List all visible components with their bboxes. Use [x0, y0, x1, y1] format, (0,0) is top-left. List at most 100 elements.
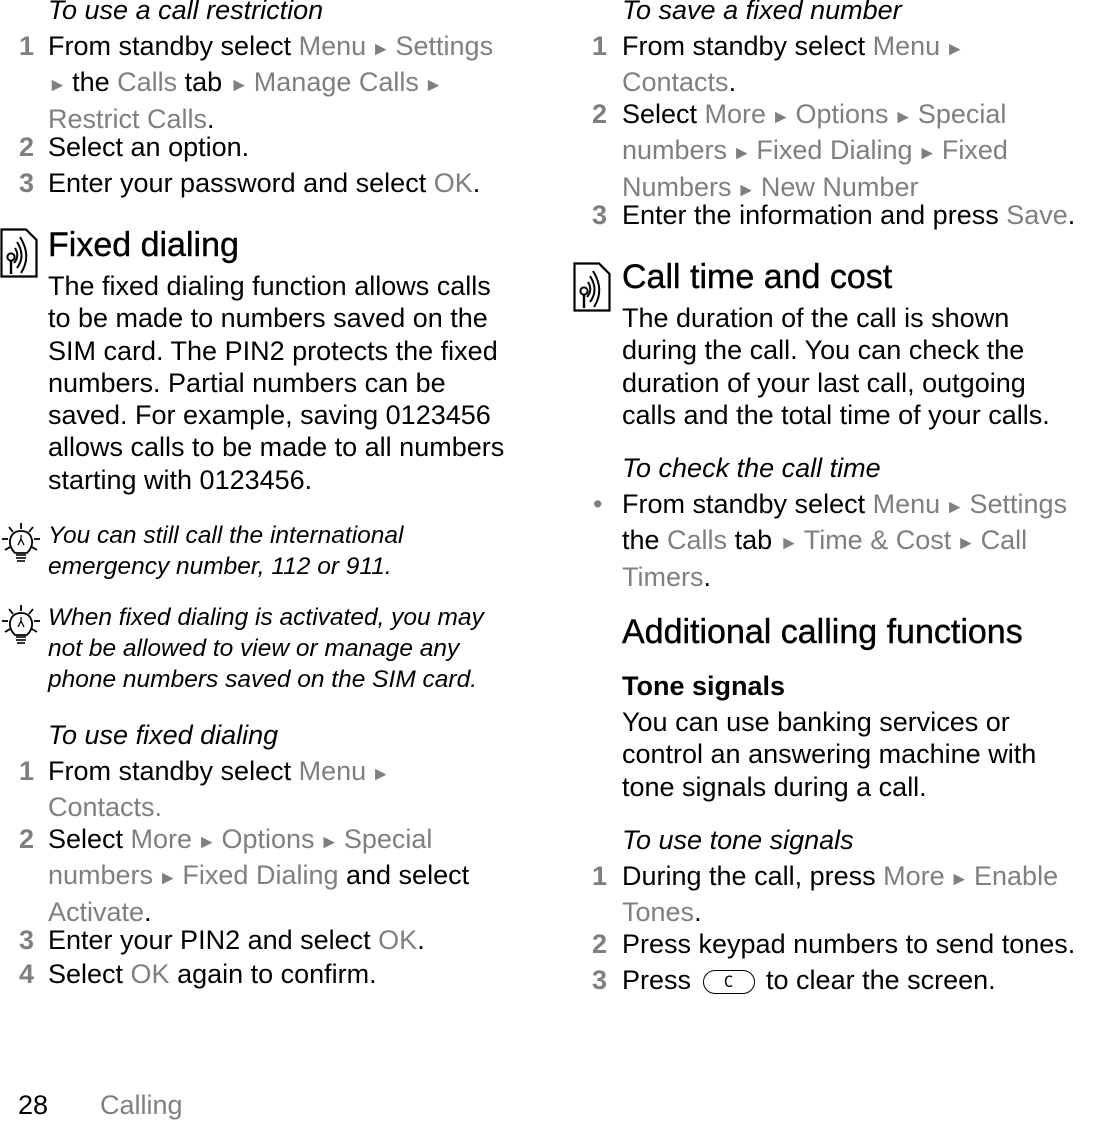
text-run: From standby select	[622, 489, 873, 519]
menu-item-label: More	[704, 99, 767, 129]
step-text: During the call, press More ► Enable Tone…	[622, 860, 1105, 929]
procedure-title-check-call-time: To check the call time	[622, 453, 881, 483]
text-run: and select	[338, 860, 470, 891]
step-number: 4	[19, 959, 35, 989]
menu-arrow-icon: ►	[940, 497, 970, 518]
menu-item-label: More	[130, 824, 193, 854]
menu-item-label: Fixed Dialing	[182, 860, 339, 891]
menu-item-label: Tones	[622, 897, 695, 928]
menu-item-label: Calls	[117, 67, 178, 98]
menu-item-label: Contacts.	[48, 792, 163, 823]
subheading-tone-signals: Tone signals	[622, 671, 786, 701]
menu-arrow-icon: ►	[912, 143, 942, 165]
text-line: duration of your last call, outgoing	[622, 367, 1026, 398]
step-text: Select an option.	[48, 131, 560, 163]
text-line: phone numbers saved on the SIM card.	[48, 666, 478, 693]
step-number: 3	[19, 168, 35, 198]
step-number: 1	[19, 31, 35, 61]
text-line: numbers. Partial numbers can be	[48, 367, 446, 398]
menu-item-label: Menu	[298, 31, 367, 61]
text-run: .	[728, 67, 737, 98]
menu-item-label: New Number	[760, 171, 919, 202]
step-text: From standby select Menu ► Settings ► the…	[48, 30, 560, 135]
text-run: .	[417, 925, 425, 955]
menu-item-label: Fixed Dialing	[756, 135, 913, 166]
menu-arrow-icon: ►	[418, 75, 443, 97]
text-line: You can still call the international	[48, 522, 404, 549]
step-number: 3	[592, 200, 608, 230]
heading-additional-calling-functions: Additional calling functions	[622, 613, 1023, 651]
text-line: SIM card. The PIN2 protects the fixed	[48, 335, 498, 366]
step-text: From standby select Menu ► Contacts.	[48, 755, 560, 824]
heading-call-time-and-cost: Call time and cost	[622, 258, 893, 296]
menu-arrow-icon: ►	[766, 107, 796, 128]
text-line: during the call. You can check the	[622, 335, 1025, 366]
menu-item-label: Settings	[969, 489, 1068, 519]
fixed-dialing-description: The fixed dialing function allows calls t…	[48, 270, 560, 496]
menu-arrow-icon: ►	[314, 832, 344, 853]
text-run: Select	[48, 959, 131, 989]
text-run: .	[207, 103, 215, 134]
text-run: From standby select	[48, 756, 299, 786]
menu-item-label: Restrict Calls	[48, 103, 208, 134]
text-run: tab	[727, 525, 780, 556]
menu-item-label: Call	[980, 525, 1028, 556]
text-run: Select	[622, 99, 705, 129]
step-text: Select More ► Options ► Special numbers ►…	[48, 823, 560, 928]
menu-item-label: Numbers	[622, 171, 732, 202]
step-text: Select OK again to confirm.	[48, 958, 560, 990]
text-line: calls and the total time of your calls.	[622, 399, 1050, 430]
tip-emergency-number: You can still call the international emer…	[48, 520, 560, 582]
text-run: .	[472, 168, 481, 198]
text-run: Press	[622, 965, 699, 995]
menu-item-label: Calls	[667, 525, 728, 556]
menu-arrow-icon: ►	[944, 869, 975, 890]
menu-item-label: Menu	[298, 756, 367, 786]
text-line: The fixed dialing function allows calls	[48, 271, 491, 301]
procedure-title-use-fixed-dialing: To use fixed dialing	[48, 720, 279, 750]
step-number: 1	[19, 756, 35, 786]
menu-item-label: OK	[378, 925, 418, 955]
menu-item-label: Special	[917, 99, 1007, 129]
step-text: Enter your PIN2 and select OK.	[48, 924, 560, 956]
menu-item-label: Menu	[872, 489, 941, 519]
menu-item-label: More	[883, 861, 945, 891]
menu-item-label: Special	[343, 824, 433, 854]
text-line: to be made to numbers saved on the	[48, 303, 488, 334]
procedure-title-save-fixed-number: To save a fixed number	[622, 0, 902, 25]
menu-arrow-icon: ►	[888, 107, 918, 128]
menu-arrow-icon: ►	[779, 533, 804, 555]
menu-arrow-icon: ►	[229, 75, 254, 97]
menu-arrow-icon: ►	[731, 179, 761, 201]
procedure-title-use-tone-signals: To use tone signals	[622, 825, 854, 855]
page-number: 28	[18, 1090, 49, 1120]
text-run: Press keypad numbers to send tones.	[622, 929, 1076, 959]
step-text: Select More ► Options ► Special numbers ►…	[622, 98, 1105, 207]
step-text: From standby select Menu ► Contacts.	[622, 30, 1105, 99]
menu-item-label: Manage Calls	[253, 67, 419, 98]
text-run: .	[703, 561, 712, 592]
text-run: again to confirm.	[169, 959, 377, 989]
tone-signals-description: You can use banking services or control a…	[622, 706, 1105, 803]
menu-item-label: numbers	[622, 135, 728, 166]
step-text: Enter the information and press Save.	[622, 199, 1105, 231]
text-run: During the call, press	[622, 861, 884, 891]
step-text: Press C to clear the screen.	[622, 964, 1105, 996]
text-run: tab	[177, 67, 230, 98]
bullet-marker: •	[593, 489, 603, 519]
text-run: the	[72, 67, 118, 98]
menu-item-label: Time & Cost	[803, 525, 952, 556]
menu-item-label: Menu	[872, 31, 941, 61]
menu-item-label: Options	[795, 99, 889, 129]
menu-arrow-icon: ►	[940, 39, 965, 60]
menu-item-label: Settings	[395, 31, 494, 61]
text-line: control an answering machine with	[622, 739, 1037, 770]
text-line: saved. For example, saving 0123456	[48, 400, 491, 431]
menu-item-label: Timers	[622, 561, 704, 592]
text-line: not be allowed to view or manage any	[48, 635, 460, 662]
menu-arrow-icon: ►	[153, 868, 183, 890]
menu-arrow-icon: ►	[727, 143, 757, 165]
step-text: Press keypad numbers to send tones.	[622, 928, 1105, 960]
menu-item-label: Fixed	[941, 135, 1008, 166]
menu-arrow-icon: ►	[951, 533, 981, 555]
